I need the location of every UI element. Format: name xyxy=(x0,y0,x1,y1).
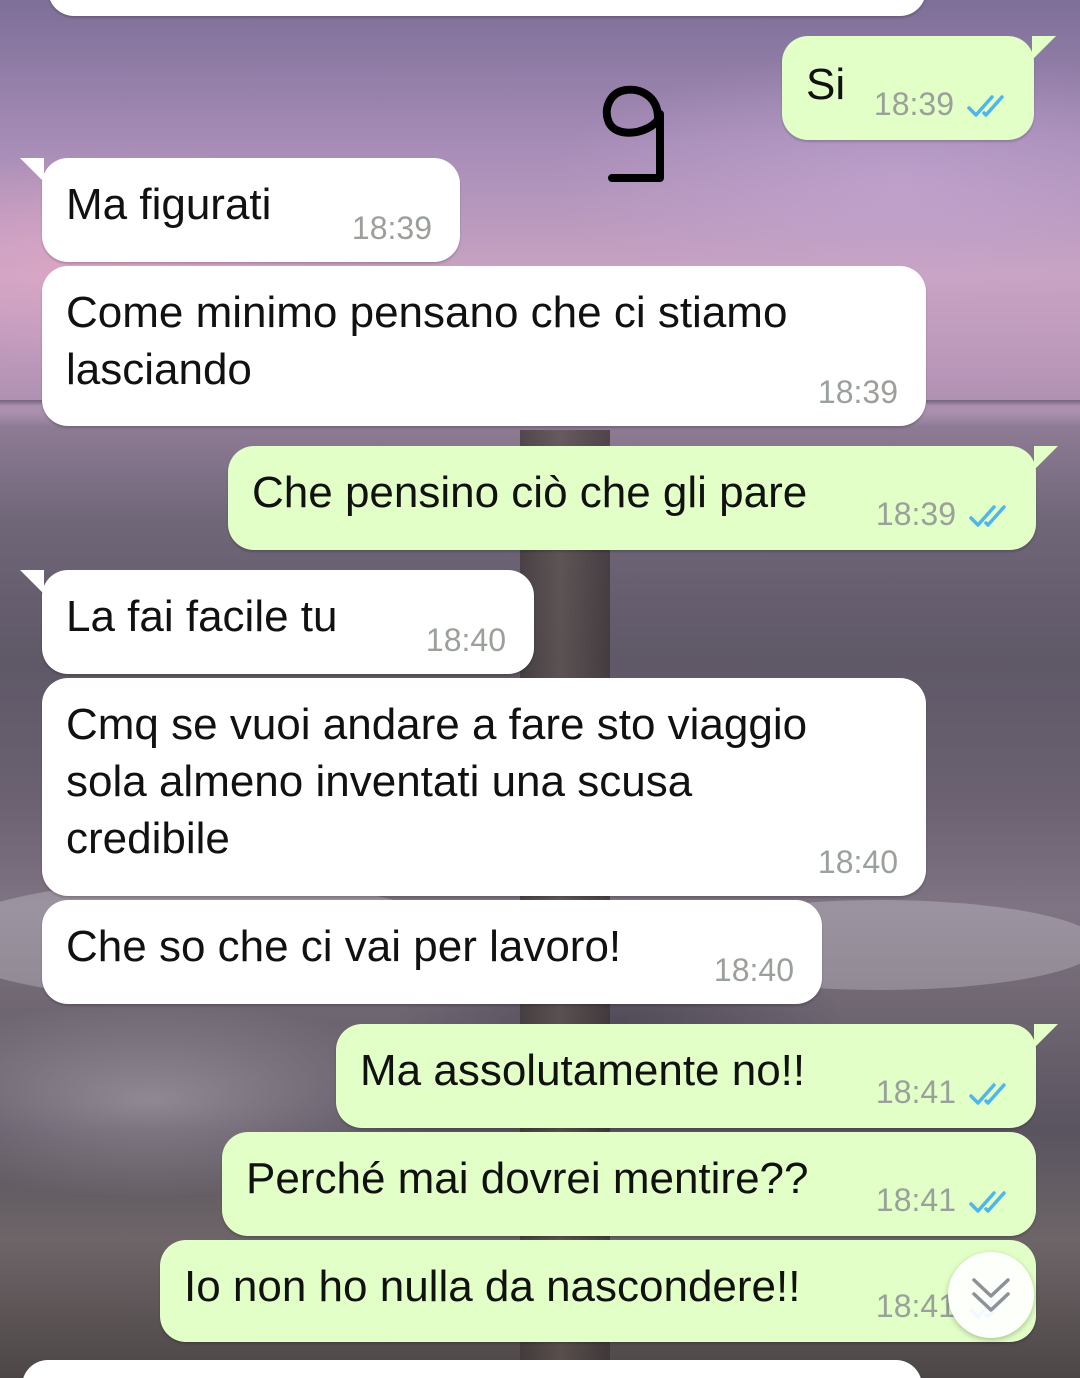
message-bubble-outgoing[interactable]: Perché mai dovrei mentire?? 18:41 xyxy=(222,1132,1036,1236)
message-text: Ma figurati xyxy=(66,180,272,229)
message-time: 18:40 xyxy=(713,952,794,988)
message-time: 18:41 xyxy=(875,1288,956,1324)
message-bubble-outgoing[interactable]: Si 18:39 xyxy=(782,36,1056,140)
message-time: 18:39 xyxy=(817,374,898,410)
message-bubble-outgoing[interactable]: Che pensino ciò che gli pare 18:39 xyxy=(228,446,1058,550)
message-bubble-outgoing[interactable]: Io non ho nulla da nascondere!! 18:41 xyxy=(160,1240,1036,1342)
chevron-double-down-icon xyxy=(972,1278,1010,1312)
scroll-to-bottom-button[interactable] xyxy=(948,1252,1034,1338)
chat-wallpaper: 9 Si 18:39 Ma figurati 18:39 Come minimo… xyxy=(0,0,1080,1378)
message-time: 18:40 xyxy=(817,844,898,880)
message-text: Si xyxy=(806,60,846,109)
message-text: Come minimo pensano che ci stiamo lascia… xyxy=(66,288,788,394)
message-bubble-outgoing[interactable]: Ma assolutamente no!! 18:41 xyxy=(336,1024,1058,1128)
double-check-icon xyxy=(967,95,1004,117)
message-bubble-incoming[interactable]: Cmq se vuoi andare a fare sto viaggio so… xyxy=(42,678,926,896)
message-time: 18:39 xyxy=(875,496,956,532)
message-text: Ma assolutamente no!! xyxy=(360,1046,806,1095)
message-bubble-incoming[interactable]: La fai facile tu 18:40 xyxy=(20,570,534,674)
message-time: 18:41 xyxy=(875,1074,956,1110)
message-bubble-incoming[interactable]: Che so che ci vai per lavoro! 18:40 xyxy=(42,900,822,1004)
message-bubble-incoming[interactable]: Ma figurati 18:39 xyxy=(20,158,460,262)
message-time: 18:41 xyxy=(875,1182,956,1218)
double-check-icon xyxy=(969,1083,1006,1105)
message-bubble-partial-bottom[interactable] xyxy=(22,1360,922,1378)
message-text: Che pensino ciò che gli pare xyxy=(252,468,808,517)
message-bubble-partial-top[interactable] xyxy=(48,0,926,16)
message-time: 18:39 xyxy=(873,86,954,122)
message-text: Che so che ci vai per lavoro! xyxy=(66,922,622,971)
message-text: Io non ho nulla da nascondere!! xyxy=(184,1262,801,1311)
message-time: 18:40 xyxy=(425,622,506,658)
double-check-icon xyxy=(969,505,1006,527)
message-text: La fai facile tu xyxy=(66,592,338,641)
message-bubble-incoming[interactable]: Come minimo pensano che ci stiamo lascia… xyxy=(42,266,926,426)
message-text: Perché mai dovrei mentire?? xyxy=(246,1154,809,1203)
message-time: 18:39 xyxy=(351,210,432,246)
double-check-icon xyxy=(969,1191,1006,1213)
message-text: Cmq se vuoi andare a fare sto viaggio so… xyxy=(66,700,808,863)
handwritten-annotation: 9 xyxy=(598,78,678,188)
